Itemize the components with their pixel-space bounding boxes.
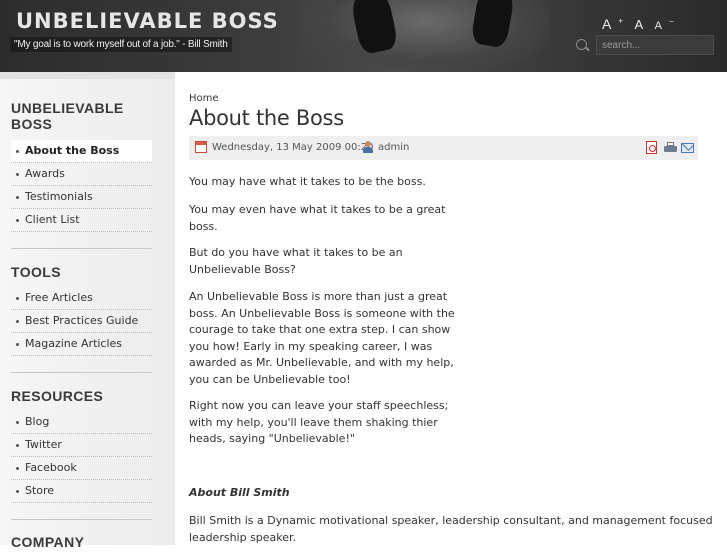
sidebar-top-strip: [0, 72, 175, 79]
paragraph-line: boss. An Unbelievable Boss is someone wi…: [189, 306, 455, 320]
paragraph-line: You may have what it takes to be the bos…: [189, 175, 426, 188]
paragraph-line: leadership speaker.: [189, 530, 297, 544]
menu-item-best-practices-guide[interactable]: Best Practices Guide: [11, 310, 152, 333]
article-meta-bar: Wednesday, 13 May 2009 00:20 admin: [189, 136, 698, 160]
paragraph: You may have what it takes to be the bos…: [189, 174, 426, 191]
pdf-icon[interactable]: [646, 141, 657, 154]
search-input[interactable]: [596, 35, 714, 55]
font-increase-letter: A: [602, 16, 612, 32]
paragraph-line: An Unbelievable Boss is more than just a…: [189, 290, 448, 303]
paragraph-line: heads, saying "Unbelievable!": [189, 432, 355, 445]
module-resources: RESOURCES Blog Twitter Facebook Store: [11, 388, 152, 503]
main-menu: About the Boss Awards Testimonials Clien…: [11, 140, 152, 232]
menu-item-store[interactable]: Store: [11, 480, 152, 503]
paragraph-line: Bill Smith is a Dynamic motivational spe…: [189, 514, 713, 527]
page-title: About the Boss: [189, 106, 344, 130]
module-tools: TOOLS Free Articles Best Practices Guide…: [11, 264, 152, 356]
font-increase-button[interactable]: A +: [602, 16, 623, 32]
module-title-line: BOSS: [11, 116, 53, 132]
paragraph-line: boss.: [189, 219, 218, 233]
header-photo: [300, 0, 550, 72]
user-icon: [362, 141, 374, 153]
email-icon[interactable]: [681, 143, 694, 153]
sidebar-divider: [11, 519, 152, 520]
menu-item-blog[interactable]: Blog: [11, 411, 152, 434]
tools-menu: Free Articles Best Practices Guide Magaz…: [11, 287, 152, 356]
menu-item-client-list[interactable]: Client List: [11, 209, 152, 232]
font-decrease-button[interactable]: A −: [655, 17, 674, 32]
font-increase-sign: +: [618, 16, 624, 26]
about-heading: About Bill Smith: [189, 486, 290, 499]
site-tagline: "My goal is to work myself out of a job.…: [10, 37, 232, 52]
module-title: RESOURCES: [11, 388, 104, 404]
font-size-tools: A + A A −: [602, 16, 681, 34]
paragraph-line: But do you have what it takes to be an: [189, 246, 403, 259]
site-header: UNBELIEVABLE BOSS "My goal is to work my…: [0, 0, 727, 72]
font-reset-button[interactable]: A: [634, 17, 643, 32]
paragraph: You may even have what it takes to be a …: [189, 202, 445, 235]
menu-item-testimonials[interactable]: Testimonials: [11, 186, 152, 209]
paragraph: Right now you can leave your staff speec…: [189, 398, 448, 448]
paragraph-line: you how! Early in my speaking career, I …: [189, 339, 433, 353]
sidebar-divider: [11, 372, 152, 373]
article-author: admin: [378, 142, 410, 153]
paragraph: But do you have what it takes to be an Un…: [189, 245, 403, 278]
module-title: COMPANY: [11, 534, 85, 550]
font-decrease-letter: A: [654, 20, 662, 32]
menu-item-about-the-boss[interactable]: About the Boss: [11, 140, 152, 163]
calendar-icon: [195, 141, 207, 153]
paragraph-line: Unbelievable Boss?: [189, 262, 296, 276]
module-title: TOOLS: [11, 264, 61, 280]
menu-item-facebook[interactable]: Facebook: [11, 457, 152, 480]
paragraph-line: you can be Unbelievable too!: [189, 372, 351, 386]
module-title-line: UNBELIEVABLE: [11, 100, 124, 116]
paragraph-line: courage to take that one extra step. I c…: [189, 323, 451, 336]
sidebar-divider: [11, 248, 152, 249]
print-icon[interactable]: [664, 142, 677, 153]
paragraph-line: You may even have what it takes to be a …: [189, 203, 446, 216]
paragraph-line: with my help, you'll leave them shaking …: [189, 415, 438, 429]
font-decrease-sign: −: [668, 17, 674, 27]
menu-item-awards[interactable]: Awards: [11, 163, 152, 186]
paragraph: An Unbelievable Boss is more than just a…: [189, 289, 455, 388]
menu-item-twitter[interactable]: Twitter: [11, 434, 152, 457]
paragraph-line: awarded as Mr. Unbelievable, and with my…: [189, 356, 454, 369]
search-icon: [576, 39, 587, 50]
article-date: Wednesday, 13 May 2009 00:20: [212, 142, 374, 153]
menu-item-magazine-articles[interactable]: Magazine Articles: [11, 333, 152, 356]
module-title: UNBELIEVABLE BOSS: [11, 100, 152, 132]
module-unbelievable-boss: UNBELIEVABLE BOSS About the Boss Awards …: [11, 100, 152, 232]
site-title[interactable]: UNBELIEVABLE BOSS: [16, 9, 279, 33]
menu-item-free-articles[interactable]: Free Articles: [11, 287, 152, 310]
about-paragraph: Bill Smith is a Dynamic motivational spe…: [189, 513, 713, 546]
paragraph-line: Right now you can leave your staff speec…: [189, 399, 449, 412]
resources-menu: Blog Twitter Facebook Store: [11, 411, 152, 503]
breadcrumb-home[interactable]: Home: [189, 93, 219, 104]
